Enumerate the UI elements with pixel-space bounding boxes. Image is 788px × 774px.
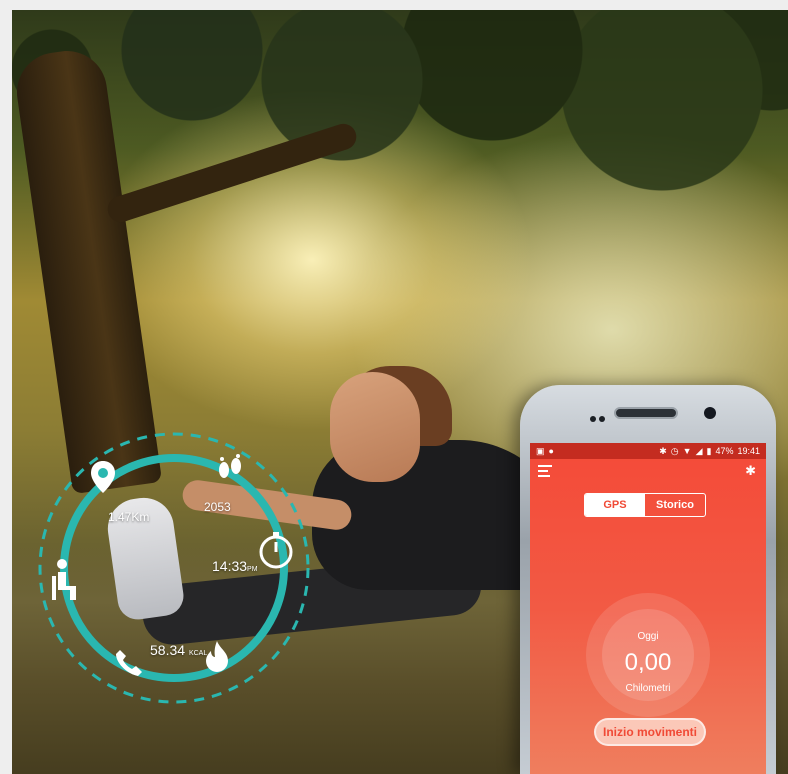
battery-status-icon: ▮ (706, 445, 712, 456)
bluetooth-status-icon: ✱ (659, 445, 667, 456)
distance-gauge: Oggi 0,00 Chilometri (586, 593, 710, 717)
menu-icon[interactable] (538, 465, 552, 480)
start-movement-button[interactable]: Inizio movimenti (594, 718, 706, 746)
steps-label: 2053 (204, 500, 231, 514)
person-head (330, 372, 420, 482)
phone-speaker (614, 407, 678, 419)
gauge-period: Oggi (637, 631, 659, 642)
wifi-status-icon: ▼ (682, 446, 692, 456)
status-bar: ▣ ● ✱ ◷ ▼ ◢ ▮ 47% 19:41 (530, 443, 766, 459)
bluetooth-icon[interactable]: ✱ (745, 463, 756, 479)
app-screen: ▣ ● ✱ ◷ ▼ ◢ ▮ 47% 19:41 ✱ GPS Storico Og… (530, 443, 766, 774)
time-value: 14:33 (212, 558, 248, 574)
signal-status-icon: ◢ (695, 445, 703, 456)
battery-percent: 47% (715, 446, 734, 456)
gauge-unit: Chilometri (625, 683, 671, 694)
tab-storico[interactable]: Storico (645, 494, 705, 516)
fitness-ring-overlay: 1.47Km 2053 14:33PM 58.34 KCAL (36, 430, 316, 710)
phone-camera (704, 407, 716, 419)
smartphone: ▣ ● ✱ ◷ ▼ ◢ ▮ 47% 19:41 ✱ GPS Storico Og… (520, 385, 776, 774)
tree-canopy (12, 10, 788, 270)
time-suffix: PM (247, 566, 258, 573)
time-label: 14:33PM (212, 558, 258, 574)
gauge-value: 0,00 (624, 649, 672, 676)
alarm-status-icon: ◷ (670, 445, 679, 456)
tab-gps[interactable]: GPS (585, 494, 645, 516)
calories-label: 58.34 KCAL (150, 642, 207, 658)
calories-value: 58.34 (150, 642, 186, 658)
gallery-notification-icon: ▣ (536, 445, 545, 456)
distance-label: 1.47Km (108, 510, 150, 524)
status-clock: 19:41 (737, 446, 760, 456)
tab-switcher: GPS Storico (584, 493, 706, 517)
phone-sensors (590, 409, 608, 422)
app-bar: ✱ (530, 459, 766, 485)
call-notification-icon: ● (548, 445, 554, 456)
